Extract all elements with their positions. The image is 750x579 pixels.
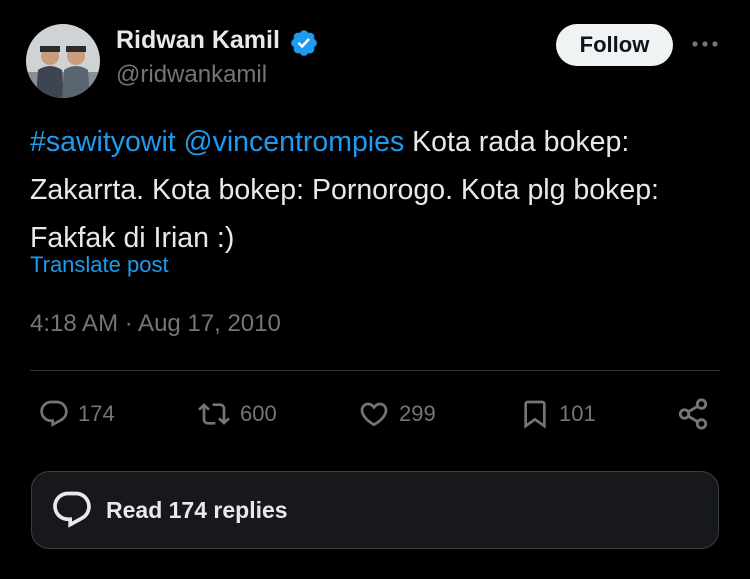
heart-icon [360,402,388,427]
avatar[interactable] [26,24,100,98]
share-button[interactable] [676,396,710,432]
tweet-text: #sawityowit @vincentrompies Kota rada bo… [30,118,720,262]
author-handle[interactable]: @ridwankamil [116,61,267,89]
repost-count: 600 [240,401,277,426]
reply-icon [40,400,68,427]
bookmark-button[interactable]: 101 [519,396,596,432]
bookmark-icon [524,400,546,429]
divider [30,370,720,371]
reply-button[interactable]: 174 [38,396,115,432]
read-replies-label: Read 174 replies [106,496,288,523]
mention-link[interactable]: @vincentrompies [184,126,405,158]
like-button[interactable]: 299 [357,396,436,432]
verified-badge-icon [291,30,317,56]
follow-button[interactable]: Follow [556,24,673,66]
repost-button[interactable]: 600 [196,396,277,432]
bookmark-count: 101 [559,401,596,426]
like-count: 299 [399,401,436,426]
more-horizontal-icon[interactable] [690,34,720,54]
reply-count: 174 [78,401,115,426]
reply-bubble-icon [53,491,91,528]
timestamp[interactable]: 4:18 AM · Aug 17, 2010 [30,310,281,338]
read-replies-button[interactable]: Read 174 replies [31,471,719,549]
share-icon [678,398,708,430]
hashtag-link[interactable]: #sawityowit [30,126,176,158]
avatar-image [26,24,100,98]
display-name[interactable]: Ridwan Kamil [116,26,280,55]
translate-post-link[interactable]: Translate post [30,252,169,278]
repost-icon [198,403,230,425]
